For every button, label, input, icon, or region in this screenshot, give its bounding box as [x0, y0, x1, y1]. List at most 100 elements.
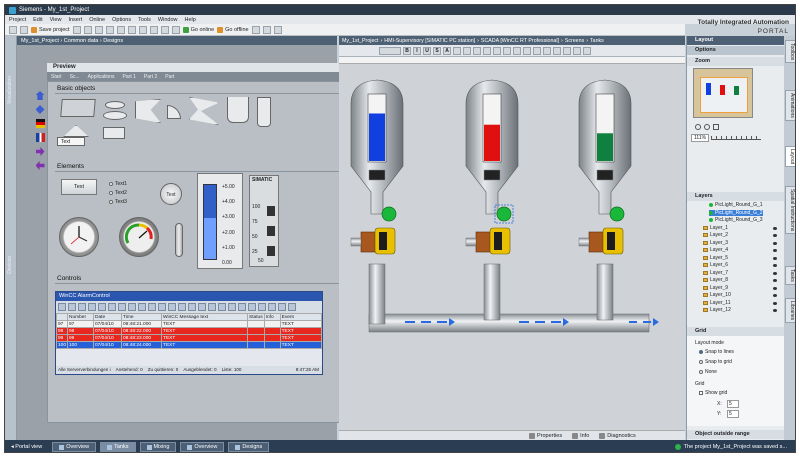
- download-icon[interactable]: [160, 25, 169, 34]
- align-center-icon[interactable]: [463, 46, 471, 55]
- tasks-tab[interactable]: Tasks: [785, 266, 795, 285]
- zoom-section[interactable]: Zoom: [687, 57, 785, 66]
- gauge-element[interactable]: [119, 217, 159, 257]
- spatial-instructions-tab[interactable]: Spatial Instructions: [785, 186, 795, 235]
- subtab-sc[interactable]: Sc...: [70, 74, 80, 80]
- layer-item[interactable]: Layer_6: [703, 262, 728, 268]
- visibility-eye-icon[interactable]: [773, 249, 777, 252]
- visibility-eye-icon[interactable]: [773, 301, 777, 305]
- col-header-info[interactable]: Info: [263, 313, 281, 321]
- alarm-tool-icon[interactable]: [108, 303, 116, 311]
- print-icon[interactable]: [72, 25, 81, 34]
- send-back-icon[interactable]: [523, 46, 531, 55]
- layers-section[interactable]: Layers: [687, 192, 785, 201]
- layer-object-item[interactable]: PicLight_Round_G_1: [709, 202, 763, 208]
- grid-y-input[interactable]: 5: [727, 410, 739, 418]
- alarm-tool-icon[interactable]: [98, 303, 106, 311]
- alarm-tool-icon[interactable]: [138, 303, 146, 311]
- editor-tab-mixing[interactable]: Mixing: [139, 442, 177, 452]
- subtab-part[interactable]: Part: [165, 74, 174, 80]
- alarm-tool-icon[interactable]: [228, 303, 236, 311]
- distribute-icon[interactable]: [573, 46, 581, 55]
- upload-icon[interactable]: [171, 25, 180, 34]
- alarm-tool-icon[interactable]: [188, 303, 196, 311]
- visibility-eye-icon[interactable]: [773, 294, 777, 297]
- subtab-applications[interactable]: Applications: [88, 74, 115, 80]
- flag-de-icon[interactable]: [35, 119, 45, 128]
- zoom-fit-icon[interactable]: [713, 124, 719, 130]
- editor-tab-overview-2[interactable]: Overview: [180, 442, 225, 452]
- go-online-button[interactable]: Go online: [182, 26, 214, 33]
- snap-to-lines-radio[interactable]: Snap to lines: [699, 349, 734, 355]
- element-round-button[interactable]: Text: [160, 183, 182, 205]
- visibility-eye-icon[interactable]: [773, 264, 777, 267]
- copy-icon[interactable]: [94, 25, 103, 34]
- menu-project[interactable]: Project: [9, 17, 26, 23]
- line-shape[interactable]: [60, 99, 96, 117]
- italic-button[interactable]: I: [413, 46, 421, 55]
- save-project-button[interactable]: Save project: [31, 26, 70, 33]
- zoom-slider[interactable]: [711, 136, 762, 140]
- accessible-devices-icon[interactable]: [251, 25, 260, 34]
- layer-item[interactable]: Layer_5: [703, 255, 728, 261]
- redo-icon[interactable]: [138, 25, 147, 34]
- element-button[interactable]: Text: [61, 179, 97, 195]
- font-size-dropdown[interactable]: [379, 46, 401, 55]
- simatic-gauge-element[interactable]: SIMATIC 100 75 50 25 50: [249, 175, 279, 267]
- alarm-tool-icon[interactable]: [158, 303, 166, 311]
- snap-to-grid-radio[interactable]: Snap to grid: [699, 359, 732, 365]
- home-icon[interactable]: [35, 91, 45, 100]
- show-grid-checkbox[interactable]: Show grid: [699, 390, 727, 396]
- align-left-icon[interactable]: [453, 46, 461, 55]
- layer-item[interactable]: Layer_1: [703, 225, 728, 231]
- editor-tab-overview[interactable]: Overview: [52, 442, 97, 452]
- element-radio-3[interactable]: Text3: [109, 199, 127, 205]
- subtab-part1[interactable]: Part 1: [123, 74, 136, 80]
- alarm-row[interactable]: 97 97 07/04/10 08:48:21.000 TEXT TEXT: [55, 320, 323, 328]
- line-color-icon[interactable]: [493, 46, 501, 55]
- cross-reference-icon[interactable]: [273, 25, 282, 34]
- layer-object-item[interactable]: PicLight_Round_G_2: [709, 209, 763, 216]
- zoom-value-field[interactable]: 111%: [691, 134, 710, 142]
- alarm-tool-icon[interactable]: [208, 303, 216, 311]
- layer-item[interactable]: Layer_7: [703, 270, 728, 276]
- alarm-tool-icon[interactable]: [88, 303, 96, 311]
- alarm-tool-icon[interactable]: [128, 303, 136, 311]
- portal-view-button[interactable]: ◂ Portal view: [11, 444, 42, 450]
- layer-item[interactable]: Layer_2: [703, 232, 728, 238]
- element-radio-1[interactable]: Text1: [109, 181, 127, 187]
- flag-uk-icon[interactable]: [35, 133, 45, 142]
- col-header-status[interactable]: Status: [247, 313, 265, 321]
- menu-options[interactable]: Options: [112, 17, 131, 23]
- col-header-message[interactable]: WinCC Message text: [161, 313, 249, 321]
- layer-item[interactable]: Layer_4: [703, 247, 728, 253]
- visibility-eye-icon[interactable]: [773, 226, 777, 230]
- alarm-tool-icon[interactable]: [68, 303, 76, 311]
- zoom-thumbnail[interactable]: [693, 68, 753, 118]
- animations-tab[interactable]: Animations: [785, 90, 795, 121]
- visibility-eye-icon[interactable]: [773, 241, 777, 245]
- menu-view[interactable]: View: [50, 17, 62, 23]
- col-header-index[interactable]: [55, 313, 69, 321]
- align-right-icon[interactable]: [473, 46, 481, 55]
- rectangle-shape[interactable]: [103, 127, 125, 139]
- object-outside-range-section[interactable]: Object outside range: [687, 430, 785, 439]
- layer-item[interactable]: Layer_8: [703, 277, 728, 283]
- layer-item[interactable]: Layer_10: [703, 292, 731, 298]
- grid-x-input[interactable]: 5: [727, 400, 739, 408]
- visibility-eye-icon[interactable]: [773, 256, 777, 260]
- text-field-object[interactable]: Text: [57, 137, 85, 146]
- alarm-tool-icon[interactable]: [238, 303, 246, 311]
- alarm-tool-icon[interactable]: [78, 303, 86, 311]
- arrow-right-icon[interactable]: [35, 147, 45, 156]
- open-project-icon[interactable]: [20, 25, 28, 34]
- tube-shape[interactable]: [227, 97, 249, 123]
- alarm-control[interactable]: WinCC AlarmControl Number Date Time WinC…: [55, 291, 323, 375]
- new-project-icon[interactable]: [9, 25, 17, 34]
- go-offline-button[interactable]: Go offline: [217, 26, 249, 33]
- compile-icon[interactable]: [149, 25, 158, 34]
- options-section[interactable]: Options: [687, 46, 785, 55]
- layer-item[interactable]: Layer_12: [703, 307, 731, 313]
- fill-color-icon[interactable]: [483, 46, 491, 55]
- info-tab[interactable]: Info: [572, 433, 589, 439]
